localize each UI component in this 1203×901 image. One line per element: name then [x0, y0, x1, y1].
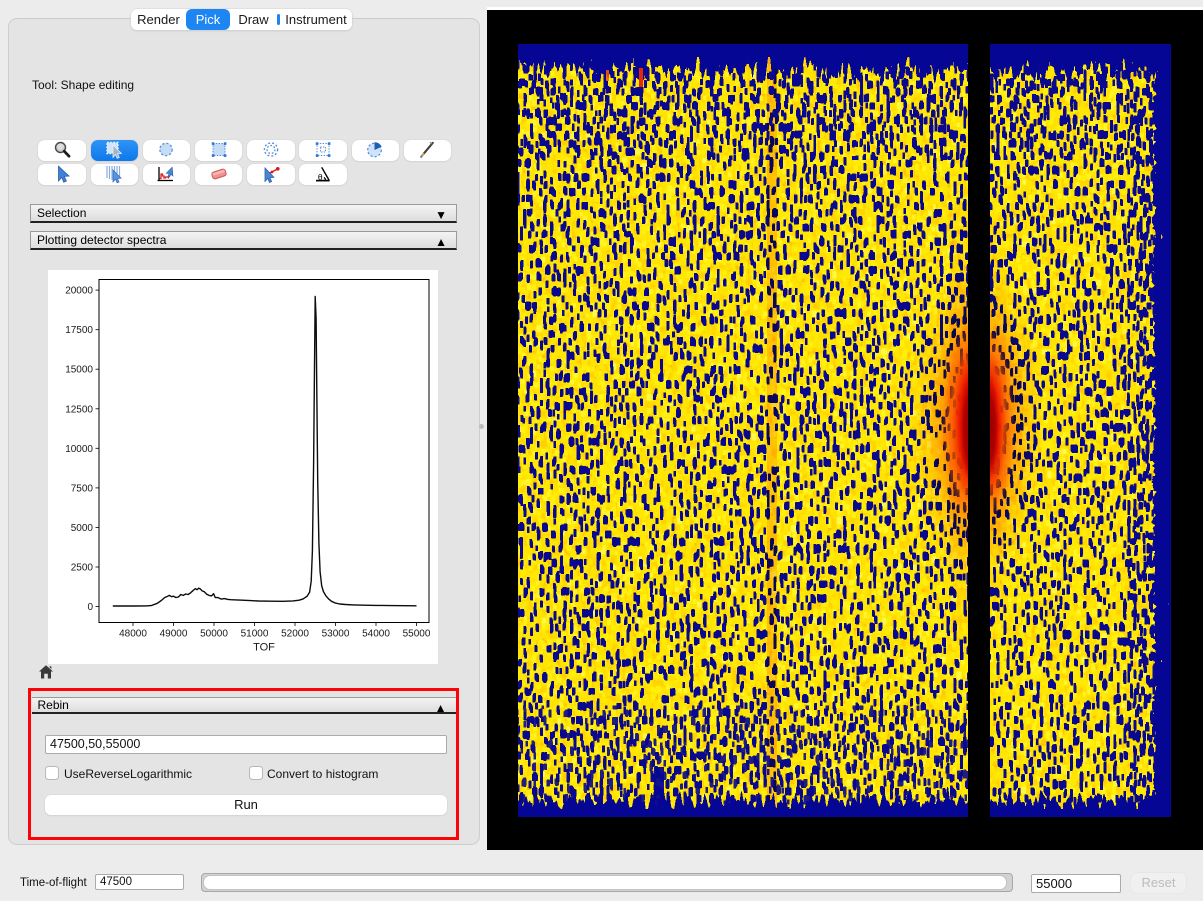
svg-text:2500: 2500: [71, 563, 94, 574]
svg-text:10000: 10000: [65, 444, 93, 455]
svg-text:55000: 55000: [403, 629, 431, 640]
svg-text:20000: 20000: [65, 286, 93, 297]
svg-text:7500: 7500: [71, 483, 94, 494]
svg-text:53000: 53000: [322, 629, 350, 640]
svg-text:θ: θ: [318, 172, 323, 182]
svg-text:17500: 17500: [65, 325, 93, 336]
svg-text:54000: 54000: [362, 629, 390, 640]
svg-text:51000: 51000: [241, 629, 269, 640]
svg-text:15000: 15000: [65, 365, 93, 376]
svg-text:52000: 52000: [281, 629, 309, 640]
svg-text:50000: 50000: [200, 629, 228, 640]
svg-text:5000: 5000: [71, 523, 94, 534]
svg-text:TOF: TOF: [253, 642, 275, 654]
svg-text:0: 0: [87, 602, 93, 613]
svg-text:49000: 49000: [160, 629, 188, 640]
svg-text:48000: 48000: [119, 629, 147, 640]
svg-text:12500: 12500: [65, 404, 93, 415]
